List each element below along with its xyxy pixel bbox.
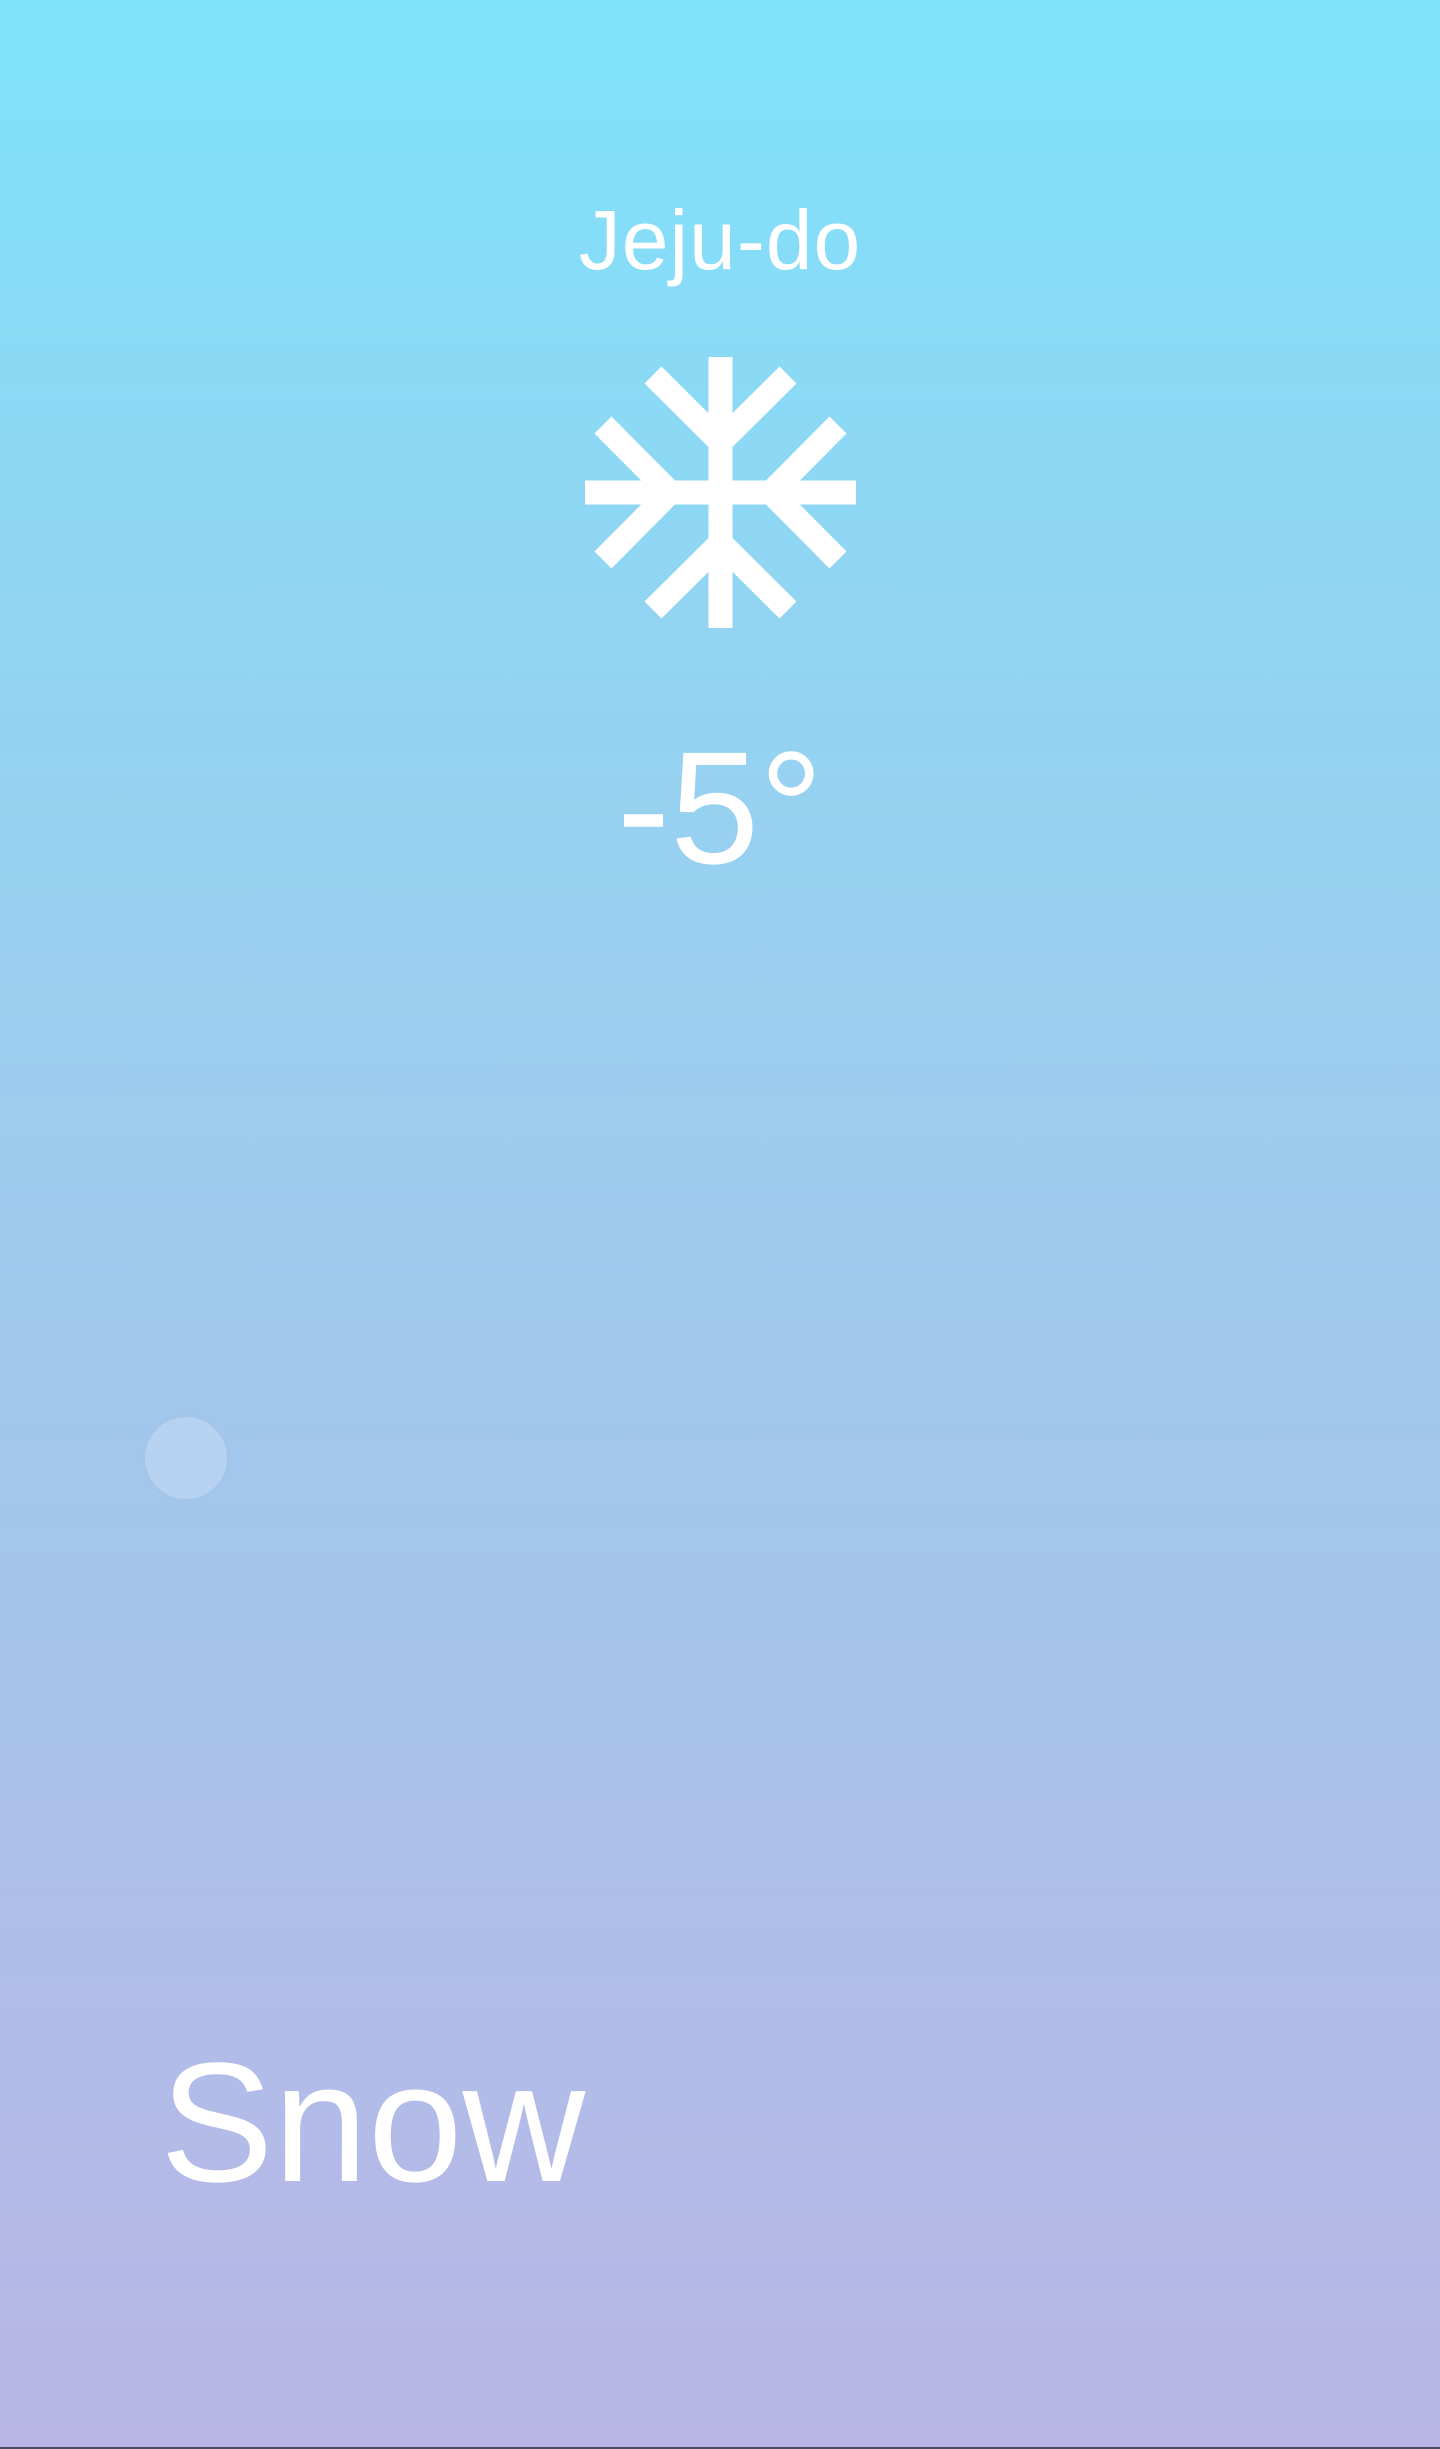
temperature-value: -5° <box>616 718 824 897</box>
touch-indicator-dot[interactable] <box>141 1413 231 1503</box>
weather-condition: Snow <box>160 2028 586 2218</box>
weather-screen: Jeju-do -5° Snow <box>0 0 1440 2449</box>
snowflake-icon <box>585 357 856 628</box>
location-label: Jeju-do <box>578 193 862 287</box>
